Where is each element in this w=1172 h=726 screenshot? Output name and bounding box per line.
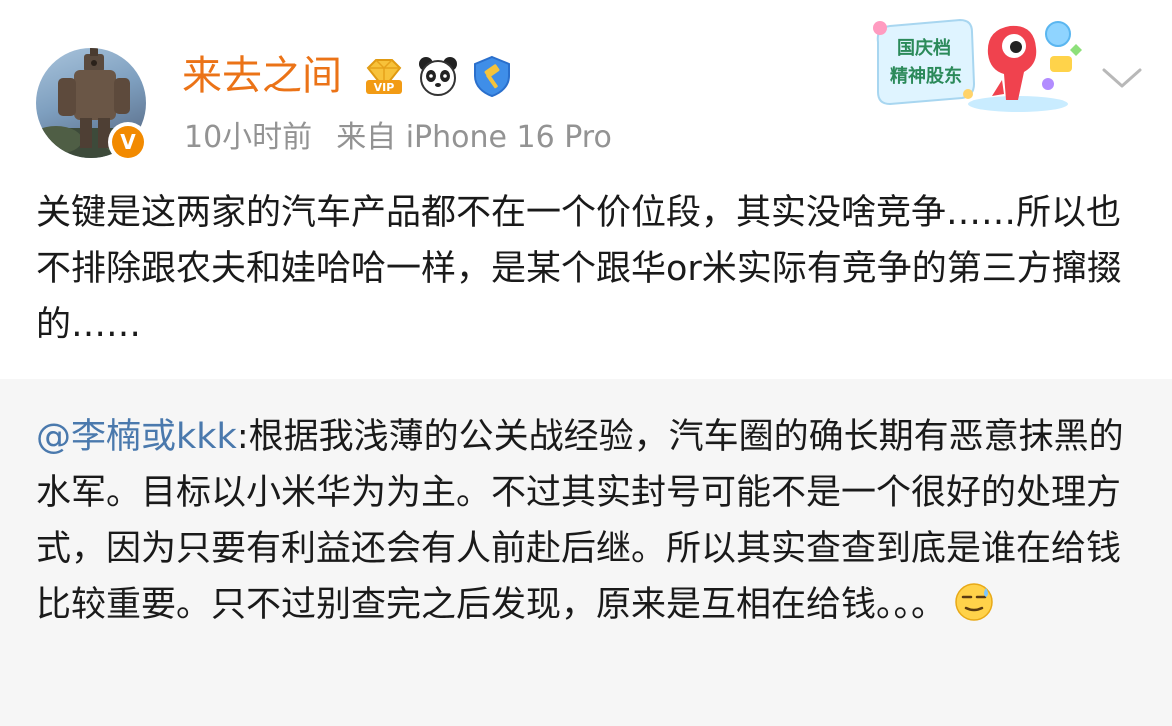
svg-text:VIP: VIP: [374, 81, 395, 94]
post-source: 来自 iPhone 16 Pro: [336, 120, 612, 155]
sweat-smile-emoji: [955, 583, 993, 621]
post-meta: 10小时前 来自 iPhone 16 Pro: [184, 118, 612, 158]
username[interactable]: 来去之间: [182, 50, 342, 102]
promo-line2: 精神股东: [890, 65, 962, 87]
vip-icon[interactable]: VIP: [362, 54, 406, 98]
national-day-promo-badge[interactable]: 国庆档 精神股东: [868, 14, 1096, 114]
panda-icon[interactable]: [416, 54, 460, 98]
repost-body: @李楠或kkk:根据我浅薄的公关战经验，汽车圈的确长期有恶意抹黑的水军。目标以小…: [36, 409, 1140, 633]
repost-author-mention[interactable]: @李楠或kkk: [36, 417, 237, 457]
user-badges: VIP: [362, 54, 514, 98]
chevron-down-icon[interactable]: [1100, 62, 1144, 92]
verified-v-icon: V: [112, 126, 144, 158]
post-time: 10小时前: [184, 120, 313, 155]
hammer-shield-icon[interactable]: [470, 54, 514, 98]
post-body-text: 关键是这两家的汽车产品都不在一个价位段，其实没啥竞争……所以也不排除跟农夫和娃哈…: [36, 193, 1122, 345]
verified-badge: V: [108, 122, 148, 162]
promo-line1: 国庆档: [897, 37, 951, 59]
repost-card[interactable]: @李楠或kkk:根据我浅薄的公关战经验，汽车圈的确长期有恶意抹黑的水军。目标以小…: [0, 379, 1172, 726]
post-header: V 来去之间 VIP 10小时前 来自 iPhone 16 Pro 国庆档 精神…: [0, 0, 1172, 175]
